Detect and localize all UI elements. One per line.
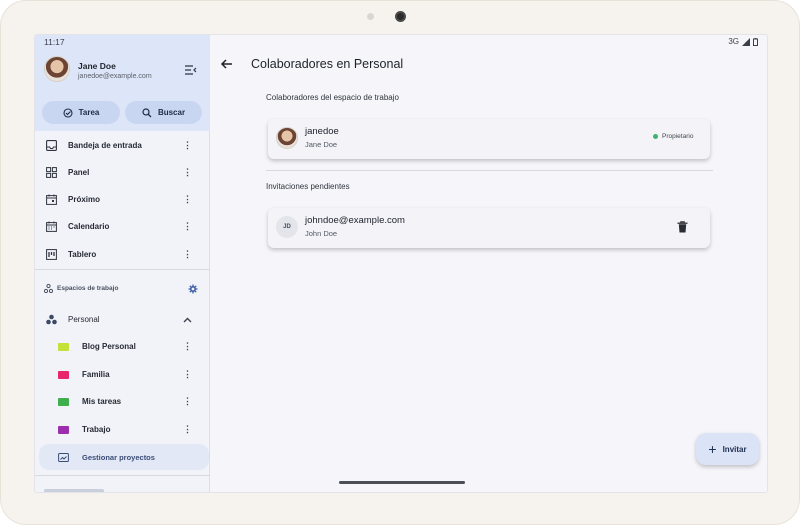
collapse-menu-icon[interactable] [185, 65, 197, 75]
invite-button[interactable]: + Invitar [696, 433, 759, 465]
more-icon[interactable]: ⋮ [183, 397, 192, 406]
folder-icon [58, 425, 69, 434]
more-icon[interactable]: ⋮ [183, 370, 192, 379]
status-dot-icon [653, 134, 658, 139]
workspace-icon [46, 314, 57, 325]
more-icon[interactable]: ⋮ [183, 195, 192, 204]
search-label: Buscar [157, 108, 186, 117]
section-divider [266, 170, 713, 171]
more-icon[interactable]: ⋮ [183, 141, 192, 150]
project-familia[interactable]: Familia ⋮ [35, 361, 210, 388]
plus-icon: + [708, 441, 717, 457]
search-icon [142, 107, 152, 117]
sensor-dot [367, 13, 374, 20]
manage-projects-button[interactable]: Gestionar proyectos [39, 444, 209, 470]
navigation-drawer: 11:17 Jane Doe janedoe@example.com Tarea… [35, 35, 210, 492]
project-label: Mis tareas [82, 397, 122, 406]
role-label: Propietario [662, 133, 694, 140]
sidebar-item-label: Tablero [68, 250, 97, 259]
workspace-label: Personal [68, 315, 100, 324]
manage-projects-label: Gestionar proyectos [82, 453, 155, 462]
folder-icon [58, 370, 69, 379]
delete-icon[interactable] [677, 221, 688, 233]
workspaces-header-label: Espacios de trabajo [57, 285, 119, 292]
user-name: Jane Doe [78, 61, 116, 71]
status-time: 11:17 [44, 37, 65, 47]
workspaces-icon [44, 284, 53, 293]
add-task-label: Tarea [78, 108, 100, 117]
collaborator-username: janedoe [305, 126, 339, 137]
collaborator-avatar [276, 127, 298, 149]
invitee-name: John Doe [305, 229, 338, 238]
more-icon[interactable]: ⋮ [183, 342, 192, 351]
folder-icon [58, 342, 69, 351]
network-type: 3G [728, 37, 739, 46]
dashboard-icon [46, 167, 57, 178]
sidebar-item-label: Bandeja de entrada [68, 141, 142, 150]
add-task-button[interactable]: Tarea [42, 101, 120, 124]
collaborator-card[interactable]: janedoe Jane Doe Propietario [268, 119, 710, 159]
more-icon[interactable]: ⋮ [183, 250, 192, 259]
drawer-header: 11:17 Jane Doe janedoe@example.com Tarea… [35, 35, 210, 131]
screen: 11:17 Jane Doe janedoe@example.com Tarea… [34, 34, 768, 493]
project-label: Trabajo [82, 425, 111, 434]
sidebar-item-board[interactable]: Tablero ⋮ [35, 241, 210, 268]
manage-folder-icon [58, 453, 69, 462]
project-label: Familia [82, 370, 110, 379]
tablet-frame: 11:17 Jane Doe janedoe@example.com Tarea… [0, 0, 800, 525]
sidebar-item-panel[interactable]: Panel ⋮ [35, 159, 210, 186]
page-title: Colaboradores en Personal [251, 57, 404, 71]
user-avatar[interactable] [44, 56, 70, 82]
camera [395, 11, 406, 22]
user-email: janedoe@example.com [78, 73, 152, 80]
project-label: Blog Personal [82, 342, 136, 351]
battery-icon [753, 37, 758, 46]
invitee-avatar: JD [276, 216, 298, 238]
role-badge: Propietario [653, 133, 693, 140]
project-trabajo[interactable]: Trabajo ⋮ [35, 416, 210, 443]
next-section-peek [44, 489, 104, 492]
signal-icon [742, 37, 750, 46]
chevron-up-icon[interactable] [183, 317, 192, 323]
more-icon[interactable]: ⋮ [183, 168, 192, 177]
add-task-icon [63, 107, 73, 118]
sidebar-item-label: Calendario [68, 222, 110, 231]
sidebar-item-inbox[interactable]: Bandeja de entrada ⋮ [35, 132, 210, 159]
status-icons: 3G [728, 37, 758, 46]
board-icon [46, 249, 57, 260]
sidebar-item-label: Panel [68, 168, 90, 177]
collaborator-name: Jane Doe [305, 140, 338, 149]
sidebar-item-label: Próximo [68, 195, 101, 204]
main-content: 3G Colaboradores en Personal Colaborador… [211, 35, 767, 492]
gesture-bar[interactable] [339, 481, 465, 484]
sidebar-divider [35, 475, 210, 476]
inbox-icon [46, 140, 57, 151]
sidebar-divider [35, 269, 210, 270]
project-blog-personal[interactable]: Blog Personal ⋮ [35, 333, 210, 360]
calendar-icon [46, 221, 57, 232]
search-button[interactable]: Buscar [125, 101, 202, 124]
invitation-card[interactable]: JD johndoe@example.com John Doe [268, 208, 710, 248]
workspaces-header: Espacios de trabajo [44, 284, 118, 293]
invitee-email: johndoe@example.com [305, 215, 405, 226]
back-arrow-icon[interactable] [220, 57, 234, 71]
workspace-personal[interactable]: Personal [35, 306, 210, 333]
more-icon[interactable]: ⋮ [183, 222, 192, 231]
more-icon[interactable]: ⋮ [183, 425, 192, 434]
sidebar-item-calendar[interactable]: Calendario ⋮ [35, 213, 210, 240]
sidebar-item-upcoming[interactable]: Próximo ⋮ [35, 186, 210, 213]
gear-icon[interactable] [188, 284, 198, 294]
invitations-section-title: Invitaciones pendientes [266, 182, 350, 191]
invite-label: Invitar [722, 444, 747, 454]
collaborators-section-title: Colaboradores del espacio de trabajo [266, 93, 399, 102]
project-mis-tareas[interactable]: Mis tareas ⋮ [35, 388, 210, 415]
calendar-upcoming-icon [46, 194, 57, 205]
folder-icon [58, 397, 69, 406]
